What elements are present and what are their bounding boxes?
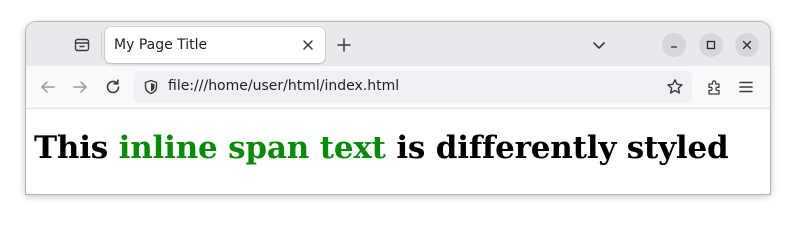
navigation-toolbar: file:///home/user/html/index.html xyxy=(26,66,770,109)
maximize-button[interactable] xyxy=(699,33,723,57)
close-window-button[interactable] xyxy=(735,33,759,57)
page-heading: This inline span text is differently sty… xyxy=(34,130,729,166)
forward-arrow-icon[interactable] xyxy=(70,77,90,97)
tab-overview-icon[interactable] xyxy=(72,35,92,55)
maximize-icon xyxy=(706,40,716,50)
url-bar[interactable]: file:///home/user/html/index.html xyxy=(134,71,692,103)
inline-span-text: inline span text xyxy=(118,130,386,166)
new-tab-plus-icon[interactable] xyxy=(334,35,354,55)
back-arrow-icon[interactable] xyxy=(38,77,58,97)
puzzle-icon[interactable] xyxy=(705,77,725,97)
star-icon[interactable] xyxy=(666,78,684,96)
minimize-button[interactable] xyxy=(662,33,686,57)
tab-title: My Page Title xyxy=(114,37,208,53)
page-content: This inline span text is differently sty… xyxy=(26,109,770,194)
tab-close-icon[interactable] xyxy=(299,36,317,54)
tab-active[interactable]: My Page Title xyxy=(105,27,325,63)
tab-bar: My Page Title xyxy=(26,22,770,66)
list-all-tabs-chevron-down-icon[interactable] xyxy=(589,35,609,55)
tab-separator xyxy=(101,32,102,58)
shield-icon[interactable] xyxy=(142,78,160,96)
hamburger-menu-icon[interactable] xyxy=(736,77,756,97)
heading-text-before: This xyxy=(34,130,119,166)
close-icon xyxy=(742,40,752,50)
browser-window: My Page Title file:///home/user/html/ind… xyxy=(26,22,770,194)
url-text[interactable]: file:///home/user/html/index.html xyxy=(168,78,399,94)
minimize-icon xyxy=(671,46,677,48)
reload-icon[interactable] xyxy=(103,77,123,97)
heading-text-after: is differently styled xyxy=(385,130,729,166)
